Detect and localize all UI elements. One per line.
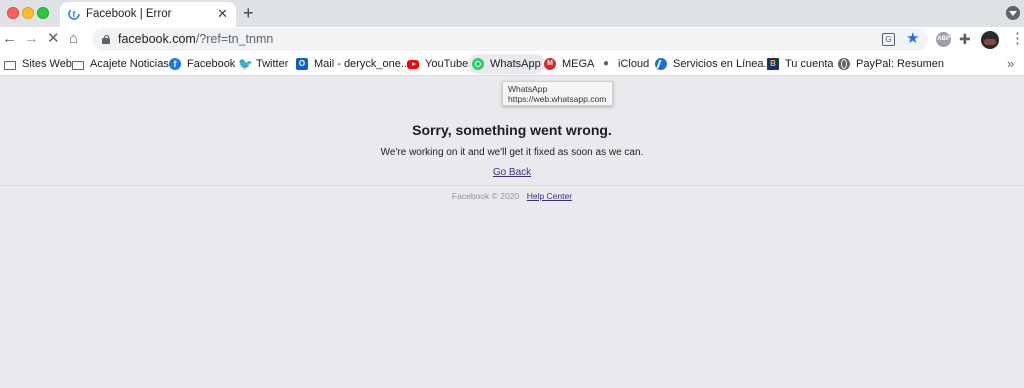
bank-icon: B [767, 58, 779, 70]
facebook-loading-icon: f [68, 8, 80, 20]
footer-copyright: Facebook © 2020 · [451, 191, 527, 201]
browser-toolbar: ← → ✕ ⌂ facebook.com/?ref=tn_tnmn G ★ AB… [0, 27, 1024, 52]
forward-button[interactable]: → [24, 29, 39, 49]
bookmark-label: Facebook [187, 58, 236, 70]
bookmark-tooltip: WhatsApp https://web.whatsapp.com [502, 81, 613, 106]
stop-loading-button[interactable]: ✕ [47, 29, 60, 49]
bookmark-acajete-noticias[interactable]: Acajete Noticias [68, 54, 173, 74]
bookmark-servicios-en-linea[interactable]: Servicios en Línea... [651, 54, 777, 74]
adblock-plus-icon[interactable]: ABP [936, 32, 951, 47]
bookmark-facebook[interactable]: f Facebook [165, 54, 239, 74]
page-content: Sorry, something went wrong. We're worki… [0, 77, 1024, 388]
globe-icon [838, 58, 850, 70]
bookmark-label: MEGA [562, 58, 595, 70]
translate-icon[interactable]: G [882, 33, 895, 46]
bookmarks-bar: Sites Web Acajete Noticias f Facebook 🐦 … [0, 52, 1024, 76]
bookmark-star-icon[interactable]: ★ [906, 29, 919, 49]
url-path: /?ref=tn_tnmn [195, 32, 274, 46]
bookmark-label: Servicios en Línea... [673, 58, 773, 70]
bookmark-sites-web[interactable]: Sites Web [0, 54, 76, 74]
go-back-container: Go Back [0, 167, 1024, 178]
browser-tab[interactable]: f Facebook | Error ✕ [60, 2, 236, 27]
bookmark-label: YouTube [425, 58, 469, 70]
bookmark-icloud[interactable]: ● iCloud [596, 54, 653, 74]
bookmark-whatsapp[interactable]: WhatsApp [468, 54, 545, 74]
url-text[interactable]: facebook.com/?ref=tn_tnmn [118, 32, 273, 46]
twitter-icon: 🐦 [238, 57, 253, 71]
bookmarks-overflow-button[interactable]: » [1007, 55, 1014, 73]
folder-icon [72, 60, 84, 70]
tab-strip: f Facebook | Error ✕ + [0, 0, 1024, 27]
window-zoom-button[interactable] [37, 7, 49, 19]
apple-icon: ● [602, 58, 610, 69]
home-button[interactable]: ⌂ [69, 29, 78, 49]
whatsapp-icon [472, 58, 484, 70]
window-minimize-button[interactable] [22, 7, 34, 19]
bookmark-label: Sites Web [22, 58, 72, 70]
error-message: We're working on it and we'll get it fix… [380, 147, 644, 158]
tab-search-icon[interactable] [1006, 6, 1020, 20]
outlook-mail-icon: O [296, 58, 308, 70]
page-footer: Facebook © 2020 · Help Center [0, 191, 1024, 201]
facebook-icon: f [169, 58, 181, 70]
bookmark-label: PayPal: Resumen [856, 58, 945, 70]
folder-icon [4, 60, 16, 70]
error-title: Sorry, something went wrong. [412, 122, 612, 138]
bookmark-label: Mail - deryck_one... [314, 58, 410, 70]
svg-text:f: f [73, 10, 76, 19]
browser-menu-icon[interactable]: ⋮ [1010, 29, 1024, 49]
bookmark-youtube[interactable]: YouTube [403, 54, 472, 74]
tooltip-url: https://web.whatsapp.com [508, 94, 607, 104]
window-close-button[interactable] [7, 7, 19, 19]
tooltip-title: WhatsApp [508, 84, 548, 94]
mega-icon: M [544, 58, 556, 70]
extensions-puzzle-icon[interactable]: ✚ [959, 29, 971, 49]
bookmark-label: Tu cuenta [785, 58, 834, 70]
bookmark-label: Twitter [256, 58, 289, 70]
profile-avatar[interactable] [981, 31, 999, 49]
bookmark-mega[interactable]: M MEGA [540, 54, 598, 74]
bookmark-label: iCloud [618, 58, 650, 70]
footer-divider [0, 185, 1024, 186]
bookmark-label: WhatsApp [490, 58, 541, 70]
help-center-link[interactable]: Help Center [527, 191, 572, 201]
youtube-icon [407, 60, 419, 69]
tab-close-icon[interactable]: ✕ [217, 6, 228, 22]
go-back-link[interactable]: Go Back [493, 167, 531, 178]
url-host: facebook.com [118, 32, 196, 46]
tab-title: Facebook | Error [86, 8, 172, 20]
bookmark-label: Acajete Noticias [90, 58, 169, 70]
lock-icon[interactable] [102, 35, 110, 44]
bookmark-tu-cuenta[interactable]: B Tu cuenta [763, 54, 838, 74]
address-bar[interactable]: facebook.com/?ref=tn_tnmn G ★ [92, 28, 928, 51]
bookmark-twitter[interactable]: 🐦 Twitter [234, 54, 292, 74]
bookmark-mail[interactable]: O Mail - deryck_one... [292, 54, 414, 74]
bookmark-paypal[interactable]: PayPal: Resumen [834, 54, 948, 74]
new-tab-button[interactable]: + [243, 3, 254, 23]
back-button[interactable]: ← [2, 29, 17, 49]
services-icon [655, 58, 667, 70]
